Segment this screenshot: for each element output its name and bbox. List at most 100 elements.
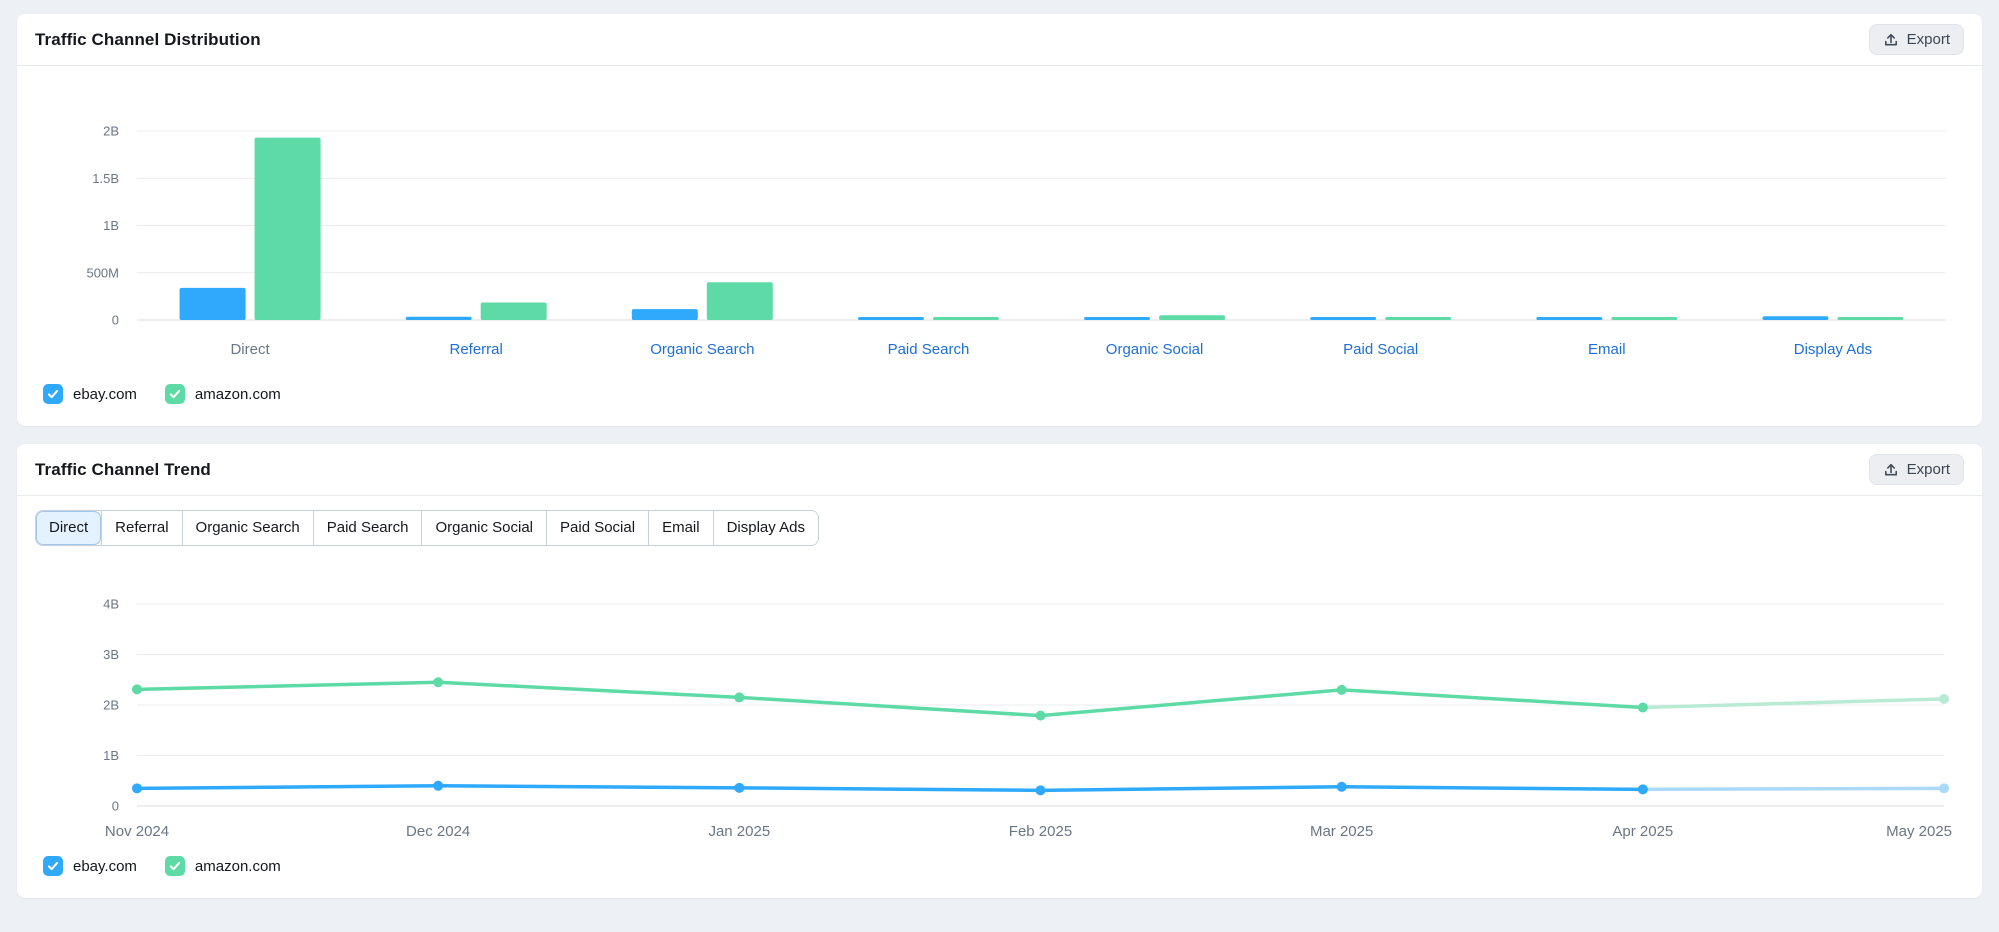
bar-amazon.com-organic-social (1159, 315, 1225, 320)
legend-label-amazon: amazon.com (195, 386, 281, 403)
legend-item-ebay[interactable]: ebay.com (43, 384, 137, 404)
ebay-checkbox[interactable] (43, 856, 63, 876)
ebay-checkbox[interactable] (43, 384, 63, 404)
trend-legend: ebay.com amazon.com (17, 848, 1982, 898)
y-tick-1B: 1B (103, 748, 119, 763)
traffic-channel-trend-panel: Traffic Channel Trend Export Direct Refe… (17, 444, 1982, 898)
point-amazon.com-mar-2025 (1337, 685, 1347, 695)
channel-tabs: Direct Referral Organic Search Paid Sear… (35, 510, 819, 546)
legend-item-ebay[interactable]: ebay.com (43, 856, 137, 876)
y-tick-1.5B: 1.5B (92, 171, 119, 186)
category-label-display-ads[interactable]: Display Ads (1794, 341, 1872, 358)
distribution-chart-area: 0 500M 1B 1.5B 2B Direct Referral Organic Searc… (17, 66, 1982, 376)
bar-amazon.com-paid-social (1385, 317, 1451, 320)
point-ebay.com-nov-2024 (132, 783, 142, 793)
distribution-legend: ebay.com amazon.com (17, 376, 1982, 426)
upload-icon (1883, 462, 1899, 478)
y-tick-0: 0 (112, 799, 119, 814)
y-tick-0: 0 (112, 313, 119, 328)
x-label-mar-2025: Mar 2025 (1310, 823, 1373, 840)
tab-paid-social[interactable]: Paid Social (546, 511, 648, 545)
export-button-distribution[interactable]: Export (1869, 24, 1964, 55)
tab-email[interactable]: Email (648, 511, 713, 545)
y-tick-4B: 4B (103, 597, 119, 612)
trend-panel-header: Traffic Channel Trend Export (17, 444, 1982, 496)
distribution-bar-chart: 0 500M 1B 1.5B 2B Direct Referral Organic Searc… (41, 74, 1958, 376)
y-tick-2B: 2B (103, 698, 119, 713)
point-ebay.com-dec-2024 (433, 781, 443, 791)
category-label-organic-search[interactable]: Organic Search (650, 341, 754, 358)
page-title-trend: Traffic Channel Trend (35, 460, 211, 480)
y-tick-3B: 3B (103, 647, 119, 662)
x-label-feb-2025: Feb 2025 (1009, 823, 1072, 840)
line-ebay.com-estimated (1643, 788, 1944, 789)
category-label-paid-search[interactable]: Paid Search (888, 341, 970, 358)
bar-ebay.com-referral (406, 317, 472, 320)
tab-paid-search[interactable]: Paid Search (313, 511, 422, 545)
y-tick-2B: 2B (103, 124, 119, 139)
bar-ebay.com-organic-search (632, 309, 698, 320)
check-icon (168, 859, 182, 873)
point-amazon.com-may-2025 (1939, 694, 1949, 704)
point-amazon.com-jan-2025 (734, 692, 744, 702)
export-button-trend[interactable]: Export (1869, 454, 1964, 485)
bar-amazon.com-email (1611, 317, 1677, 320)
point-ebay.com-jan-2025 (734, 783, 744, 793)
line-amazon.com (137, 682, 1643, 715)
x-label-nov-2024: Nov 2024 (105, 823, 169, 840)
upload-icon (1883, 32, 1899, 48)
bar-amazon.com-direct (255, 138, 321, 320)
bar-ebay.com-paid-search (858, 317, 924, 320)
bar-ebay.com-display-ads (1762, 316, 1828, 320)
category-label-paid-social[interactable]: Paid Social (1343, 341, 1418, 358)
category-label-direct: Direct (230, 341, 270, 358)
legend-label-amazon: amazon.com (195, 858, 281, 875)
x-label-dec-2024: Dec 2024 (406, 823, 470, 840)
category-label-referral[interactable]: Referral (450, 341, 503, 358)
y-tick-1B: 1B (103, 218, 119, 233)
legend-label-ebay: ebay.com (73, 858, 137, 875)
bar-ebay.com-direct (180, 288, 246, 320)
legend-label-ebay: ebay.com (73, 386, 137, 403)
bar-amazon.com-organic-search (707, 282, 773, 320)
point-ebay.com-apr-2025 (1638, 784, 1648, 794)
distribution-panel-header: Traffic Channel Distribution Export (17, 14, 1982, 66)
trend-chart-area: 01B2B3B4BNov 2024Dec 2024Jan 2025Feb 202… (17, 558, 1982, 848)
bar-ebay.com-email (1536, 317, 1602, 320)
category-label-organic-social[interactable]: Organic Social (1106, 341, 1204, 358)
legend-item-amazon[interactable]: amazon.com (165, 384, 281, 404)
amazon-checkbox[interactable] (165, 856, 185, 876)
point-amazon.com-feb-2025 (1036, 711, 1046, 721)
line-amazon.com-estimated (1643, 699, 1944, 708)
point-amazon.com-nov-2024 (132, 684, 142, 694)
traffic-channel-distribution-panel: Traffic Channel Distribution Export 0 500… (17, 14, 1982, 426)
point-amazon.com-dec-2024 (433, 677, 443, 687)
bar-amazon.com-display-ads (1837, 317, 1903, 320)
channel-tabs-row: Direct Referral Organic Search Paid Sear… (17, 496, 1982, 558)
category-label-email[interactable]: Email (1588, 341, 1626, 358)
trend-line-chart: 01B2B3B4BNov 2024Dec 2024Jan 2025Feb 202… (41, 566, 1958, 848)
point-ebay.com-may-2025 (1939, 783, 1949, 793)
tab-organic-social[interactable]: Organic Social (421, 511, 546, 545)
bar-ebay.com-paid-social (1310, 317, 1376, 320)
y-tick-500M: 500M (86, 265, 119, 280)
tab-organic-search[interactable]: Organic Search (182, 511, 313, 545)
bar-amazon.com-referral (481, 303, 547, 320)
check-icon (168, 387, 182, 401)
legend-item-amazon[interactable]: amazon.com (165, 856, 281, 876)
amazon-checkbox[interactable] (165, 384, 185, 404)
bar-amazon.com-paid-search (933, 317, 999, 320)
line-ebay.com (137, 786, 1643, 791)
page-title-distribution: Traffic Channel Distribution (35, 30, 261, 50)
point-amazon.com-apr-2025 (1638, 703, 1648, 713)
x-label-apr-2025: Apr 2025 (1612, 823, 1673, 840)
x-label-may-2025: May 2025 (1886, 823, 1952, 840)
tab-direct[interactable]: Direct (36, 511, 101, 545)
point-ebay.com-mar-2025 (1337, 782, 1347, 792)
bar-ebay.com-organic-social (1084, 317, 1150, 320)
tab-referral[interactable]: Referral (101, 511, 181, 545)
point-ebay.com-feb-2025 (1036, 785, 1046, 795)
check-icon (46, 387, 60, 401)
tab-display-ads[interactable]: Display Ads (713, 511, 818, 545)
check-icon (46, 859, 60, 873)
